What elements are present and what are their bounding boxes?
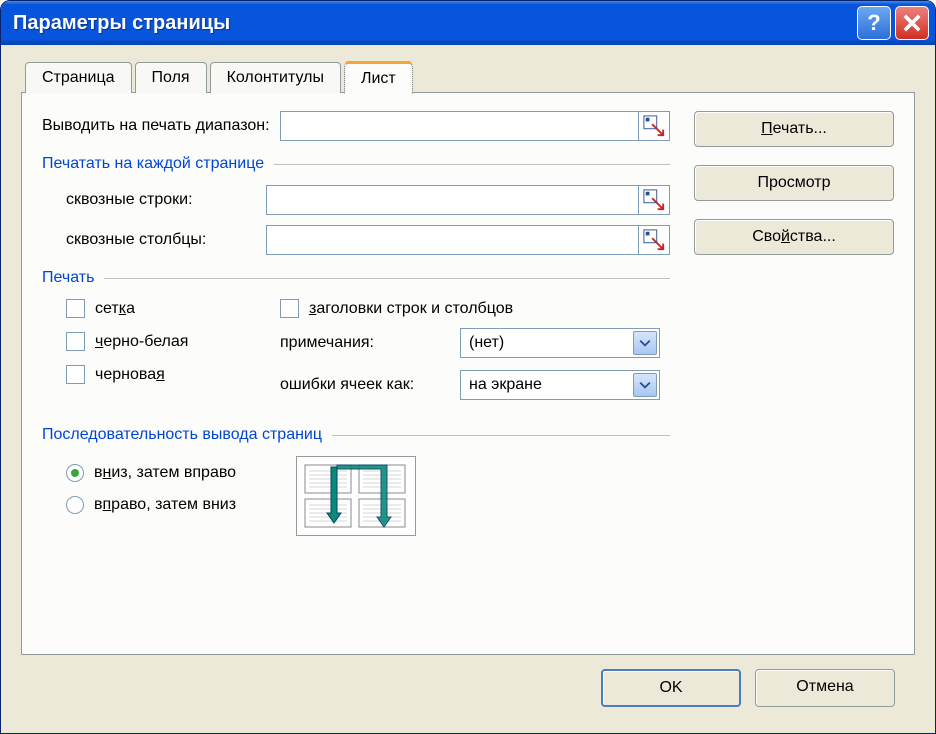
range-picker-icon [643, 115, 665, 137]
print-range-input[interactable] [280, 111, 638, 141]
divider [104, 278, 670, 279]
tab-sheet[interactable]: Лист [344, 63, 413, 94]
right-column: Печать... Просмотр Свойства... [694, 111, 894, 536]
radio-icon [66, 464, 84, 482]
cols-repeat-input[interactable] [266, 225, 638, 255]
checkbox-draft[interactable]: черновая [66, 365, 266, 384]
errors-select[interactable]: на экране [460, 370, 660, 400]
comments-select[interactable]: (нет) [460, 328, 660, 358]
repeat-group-title: Печатать на каждой странице [42, 155, 264, 173]
print-range-label: Выводить на печать диапазон: [42, 117, 270, 135]
errors-label: ошибки ячеек как: [280, 376, 460, 394]
tab-headerfooter[interactable]: Колонтитулы [210, 62, 341, 93]
rows-repeat-input[interactable] [266, 185, 638, 215]
radio-over-down[interactable]: вправо, затем вниз [66, 496, 236, 514]
window-title: Параметры страницы [13, 12, 853, 35]
help-button[interactable]: ? [857, 6, 891, 40]
options-button[interactable]: Свойства... [694, 219, 894, 255]
preview-button[interactable]: Просмотр [694, 165, 894, 201]
print-group-title: Печать [42, 269, 94, 287]
cols-picker-button[interactable] [638, 225, 670, 255]
checkbox-icon [66, 365, 85, 384]
footer: OK Отмена [21, 655, 915, 721]
page-order-preview [296, 456, 416, 536]
rows-repeat-label: сквозные строки: [66, 191, 256, 209]
tab-row: Страница Поля Колонтитулы Лист [21, 61, 915, 92]
titlebar: Параметры страницы ? [1, 1, 935, 45]
tab-page[interactable]: Страница [25, 62, 132, 93]
checkbox-headings[interactable]: заголовки строк и столбцов [280, 299, 670, 318]
chevron-down-icon [633, 373, 657, 397]
chevron-down-icon [633, 331, 657, 355]
divider [332, 435, 670, 436]
checkbox-icon [66, 332, 85, 351]
checkbox-icon [280, 299, 299, 318]
cancel-button[interactable]: Отмена [755, 669, 895, 707]
print-range-picker-button[interactable] [638, 111, 670, 141]
radio-down-over[interactable]: вниз, затем вправо [66, 464, 236, 482]
divider [274, 164, 670, 165]
cols-repeat-label: сквозные столбцы: [66, 231, 256, 249]
order-group-title: Последовательность вывода страниц [42, 426, 322, 444]
print-button[interactable]: Печать... [694, 111, 894, 147]
range-picker-icon [643, 189, 665, 211]
checkbox-gridlines[interactable]: сетка [66, 299, 266, 318]
dialog-window: Параметры страницы ? Страница Поля Колон… [0, 0, 936, 734]
checkbox-icon [66, 299, 85, 318]
left-column: Выводить на печать диапазон: [42, 111, 670, 536]
dialog-body: Страница Поля Колонтитулы Лист Выводить … [1, 45, 935, 733]
comments-label: примечания: [280, 334, 460, 352]
errors-value: на экране [469, 376, 542, 394]
comments-value: (нет) [469, 334, 504, 352]
rows-picker-button[interactable] [638, 185, 670, 215]
tab-panel-sheet: Выводить на печать диапазон: [21, 92, 915, 655]
tab-margins[interactable]: Поля [135, 62, 207, 93]
range-picker-icon [643, 229, 665, 251]
page-order-icon [301, 461, 411, 531]
close-icon [903, 14, 921, 32]
close-button[interactable] [895, 6, 929, 40]
ok-button[interactable]: OK [601, 669, 741, 707]
checkbox-blackwhite[interactable]: черно-белая [66, 332, 266, 351]
radio-icon [66, 496, 84, 514]
